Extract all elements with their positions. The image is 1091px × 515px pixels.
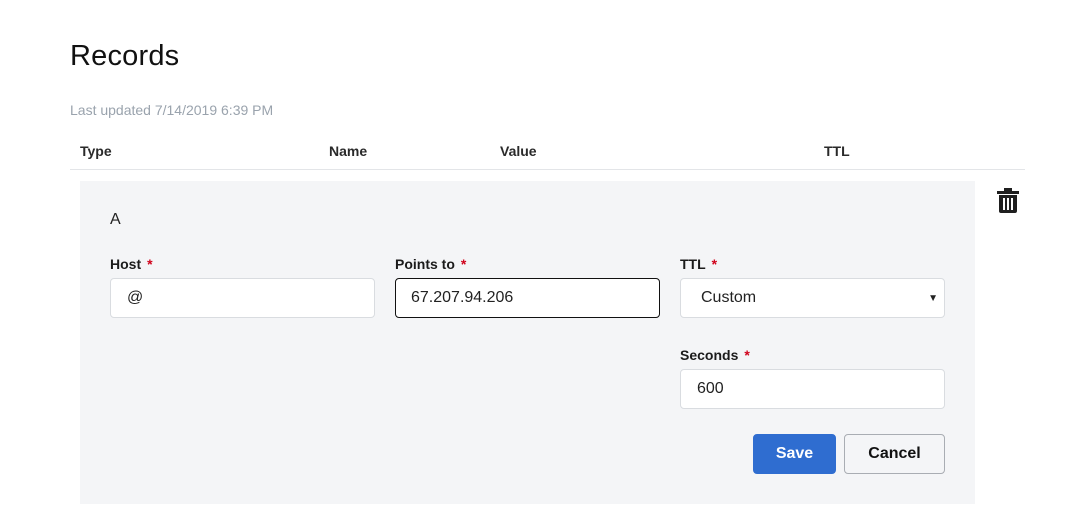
seconds-input[interactable]	[680, 369, 945, 409]
host-required-mark: *	[147, 256, 153, 272]
points-to-input[interactable]	[395, 278, 660, 318]
points-to-label: Points to *	[395, 256, 466, 272]
dns-records-page: Records Last updated 7/14/2019 6:39 PM T…	[0, 0, 1091, 515]
column-header-type: Type	[80, 143, 112, 159]
points-to-required-mark: *	[460, 256, 467, 272]
ttl-label-text: TTL	[680, 256, 706, 272]
page-title: Records	[70, 40, 180, 72]
host-input[interactable]	[110, 278, 375, 318]
cancel-button[interactable]: Cancel	[844, 434, 945, 474]
trash-icon[interactable]	[997, 188, 1019, 213]
ttl-select-value: Custom	[701, 289, 757, 306]
ttl-select[interactable]: Custom ▼	[680, 278, 945, 318]
points-to-label-text: Points to	[395, 256, 455, 272]
host-label: Host *	[110, 256, 153, 272]
record-edit-panel	[80, 181, 975, 504]
ttl-required-mark: *	[711, 256, 718, 272]
ttl-label: TTL *	[680, 256, 717, 272]
last-updated-text: Last updated 7/14/2019 6:39 PM	[70, 102, 274, 118]
seconds-label-text: Seconds	[680, 347, 739, 363]
column-header-ttl: TTL	[824, 143, 850, 159]
column-header-value: Value	[500, 143, 537, 159]
seconds-required-mark: *	[744, 347, 750, 363]
header-divider	[70, 169, 1025, 170]
seconds-label: Seconds *	[680, 347, 750, 363]
caret-down-icon: ▼	[928, 292, 938, 304]
save-button[interactable]: Save	[753, 434, 836, 474]
host-label-text: Host	[110, 256, 142, 272]
column-header-name: Name	[329, 143, 368, 159]
record-type: A	[110, 211, 121, 228]
